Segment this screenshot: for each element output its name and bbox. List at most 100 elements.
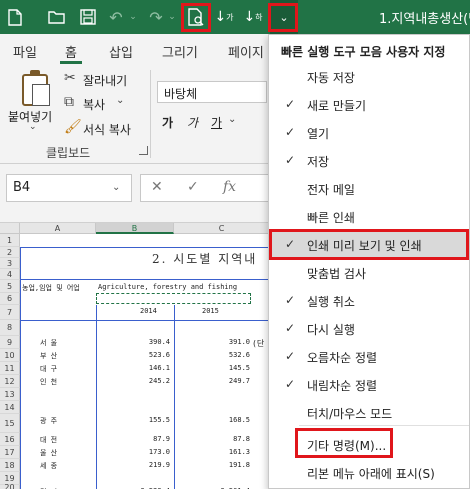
menu-item[interactable]: 자동 저장	[269, 63, 469, 90]
tab-file[interactable]: 파일	[13, 42, 37, 61]
underline-dropdown-icon[interactable]: ⌄	[228, 114, 236, 125]
value-2014-cell[interactable]: 155.5	[149, 416, 170, 424]
redo-dropdown-icon[interactable]: ⌄	[166, 0, 178, 34]
open-folder-icon[interactable]	[46, 0, 68, 34]
row-header[interactable]: 17	[0, 446, 20, 459]
tab-insert[interactable]: 삽입	[109, 42, 133, 61]
value-2015-cell[interactable]: 532.6	[229, 351, 250, 359]
row-header[interactable]: 10	[0, 349, 20, 362]
save-icon[interactable]	[77, 0, 99, 34]
row-header[interactable]: 20	[0, 484, 20, 489]
table-border-top	[20, 247, 270, 248]
menu-item[interactable]: ✓ 실행 취소	[269, 287, 469, 314]
region-cell[interactable]: 울 산	[40, 448, 57, 458]
underline-button[interactable]: 가	[211, 114, 222, 131]
menu-item[interactable]: ✓ 저장	[269, 147, 469, 174]
bold-button[interactable]: 가	[162, 114, 173, 131]
undo-icon[interactable]: ↶	[105, 0, 127, 34]
sort-ascending-icon[interactable]: ↓ 가	[213, 0, 235, 34]
menu-item-show-below-ribbon[interactable]: 리본 메뉴 아래에 표시(S)	[269, 459, 469, 486]
sort-descending-icon[interactable]: ↓ 하	[242, 0, 264, 34]
column-header-c[interactable]: C	[174, 223, 270, 234]
tab-home[interactable]: 홈	[65, 42, 77, 61]
row-header[interactable]: 13	[0, 388, 20, 401]
format-painter-button[interactable]: 서식 복사	[83, 121, 131, 138]
menu-item[interactable]: ✓ 다시 실행	[269, 315, 469, 342]
cut-icon[interactable]: ✂	[64, 70, 76, 86]
value-2014-cell[interactable]: 523.6	[149, 351, 170, 359]
region-cell[interactable]: 인 천	[40, 377, 57, 387]
menu-item-label: 맞춤법 검사	[307, 267, 367, 281]
value-2014-cell[interactable]: 390.4	[149, 338, 170, 346]
value-2015-cell[interactable]: 145.5	[229, 364, 250, 372]
cut-button[interactable]: 잘라내기	[83, 72, 127, 89]
copy-dropdown-icon[interactable]: ⌄	[116, 95, 124, 106]
column-header-a[interactable]: A	[20, 223, 96, 234]
value-2015-cell[interactable]: 191.8	[229, 461, 250, 469]
row-header[interactable]: 1	[0, 234, 20, 247]
row-header[interactable]: 11	[0, 362, 20, 375]
value-2015-cell[interactable]: 87.8	[233, 435, 250, 443]
menu-item[interactable]: ✓ 내림차순 정렬	[269, 371, 469, 398]
region-cell[interactable]: 대 전	[40, 435, 57, 445]
region-cell[interactable]: 서 울	[40, 338, 57, 348]
menu-item[interactable]: 터치/마우스 모드	[269, 399, 469, 426]
menu-item[interactable]: 빠른 인쇄	[269, 203, 469, 230]
copy-button[interactable]: 복사	[83, 96, 105, 113]
row-header[interactable]: 7	[0, 305, 20, 320]
name-box-dropdown-icon[interactable]: ⌄	[112, 182, 120, 193]
menu-item[interactable]: ✓ 열기	[269, 119, 469, 146]
check-icon: ✓	[285, 293, 296, 307]
value-2015-cell[interactable]: 168.5	[229, 416, 250, 424]
selected-range-b4[interactable]	[96, 293, 251, 304]
row-header[interactable]: 2	[0, 247, 20, 258]
clipboard-dialog-launcher[interactable]	[139, 146, 148, 155]
value-2015-cell[interactable]: 391.0	[229, 338, 250, 346]
region-cell[interactable]: 세 종	[40, 461, 57, 471]
column-header-b[interactable]: B	[96, 223, 174, 234]
value-2014-cell[interactable]: 173.0	[149, 448, 170, 456]
row-header[interactable]: 3	[0, 258, 20, 269]
value-2014-cell[interactable]: 245.2	[149, 377, 170, 385]
region-cell[interactable]: 대 구	[40, 364, 57, 374]
enter-icon[interactable]: ✓	[187, 179, 199, 195]
row-header[interactable]: 8	[0, 320, 20, 336]
format-painter-icon[interactable]: 🖌	[64, 119, 82, 135]
italic-button[interactable]: 가	[187, 114, 198, 131]
new-file-icon[interactable]	[4, 0, 26, 34]
redo-icon[interactable]: ↷	[145, 0, 167, 34]
menu-item[interactable]: ✓ 오름차순 정렬	[269, 343, 469, 370]
year-2014: 2014	[140, 307, 157, 315]
menu-item[interactable]: 전자 메일	[269, 175, 469, 202]
check-icon: ✓	[285, 97, 296, 111]
menu-item[interactable]: 맞춤법 검사	[269, 259, 469, 286]
cancel-icon[interactable]: ✕	[151, 179, 163, 195]
row-header[interactable]: 9	[0, 336, 20, 349]
paste-icon[interactable]	[22, 70, 50, 106]
font-name-select[interactable]: 바탕체	[157, 81, 267, 103]
value-2014-cell[interactable]: 87.9	[153, 435, 170, 443]
region-cell[interactable]: 광 주	[40, 416, 57, 426]
undo-dropdown-icon[interactable]: ⌄	[127, 0, 139, 34]
value-2014-cell[interactable]: 219.9	[149, 461, 170, 469]
select-all-corner[interactable]	[0, 223, 20, 234]
row-header[interactable]: 14	[0, 401, 20, 414]
row-header[interactable]: 5	[0, 280, 20, 293]
check-icon: ✓	[285, 153, 296, 167]
value-2014-cell[interactable]: 146.1	[149, 364, 170, 372]
insert-function-icon[interactable]: fx	[223, 179, 236, 195]
tab-page-layout[interactable]: 페이지	[228, 42, 264, 61]
row-header[interactable]: 16	[0, 433, 20, 446]
row-header[interactable]: 4	[0, 269, 20, 280]
row-header[interactable]: 12	[0, 375, 20, 388]
copy-icon[interactable]: ⧉	[64, 94, 74, 110]
row-header[interactable]: 6	[0, 293, 20, 305]
paste-dropdown-icon[interactable]: ⌄	[29, 122, 37, 132]
region-cell[interactable]: 부 산	[40, 351, 57, 361]
row-header[interactable]: 18	[0, 459, 20, 472]
value-2015-cell[interactable]: 249.7	[229, 377, 250, 385]
menu-item[interactable]: ✓ 새로 만들기	[269, 91, 469, 118]
tab-draw[interactable]: 그리기	[162, 42, 198, 61]
row-header[interactable]: 15	[0, 414, 20, 433]
value-2015-cell[interactable]: 161.3	[229, 448, 250, 456]
